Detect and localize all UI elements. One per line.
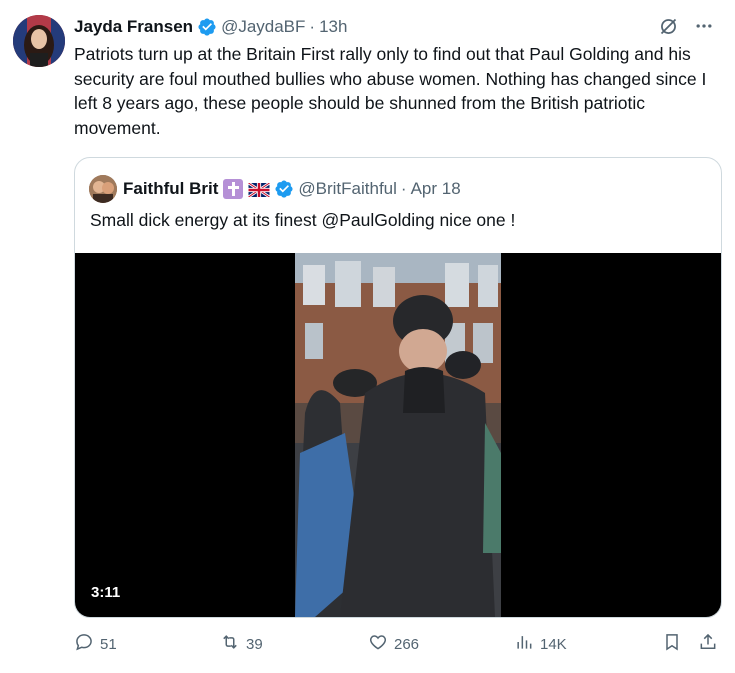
action-bar: 51 39 266 14K — [74, 632, 722, 660]
share-button[interactable] — [698, 632, 724, 656]
quoted-text: Small dick energy at its finest @PaulGol… — [90, 210, 516, 230]
grok-icon[interactable] — [657, 15, 679, 37]
quoted-post[interactable]: Faithful Brit @BritFaithful · Apr 18 Sma… — [74, 157, 722, 618]
quoted-author-handle[interactable]: @BritFaithful — [298, 179, 397, 199]
video-thumbnail — [295, 253, 501, 617]
post-time[interactable]: 13h — [319, 17, 347, 37]
video-player[interactable]: 3:11 — [75, 253, 721, 617]
separator-dot: · — [400, 179, 407, 198]
like-count: 266 — [394, 635, 420, 653]
bookmark-button[interactable] — [662, 632, 688, 656]
reply-button[interactable]: 51 — [74, 632, 117, 656]
like-icon — [368, 632, 394, 656]
quoted-author-name[interactable]: Faithful Brit — [123, 179, 218, 199]
bookmark-icon — [662, 632, 688, 656]
views-icon — [514, 632, 540, 656]
more-icon[interactable] — [693, 15, 715, 37]
quoted-date[interactable]: Apr 18 — [411, 179, 461, 199]
verified-badge-icon — [197, 17, 217, 37]
reply-icon — [74, 632, 100, 656]
verified-badge-icon — [274, 179, 294, 199]
share-icon — [698, 632, 724, 656]
like-button[interactable]: 266 — [368, 632, 419, 656]
views-button[interactable]: 14K — [514, 632, 567, 656]
repost-icon — [220, 632, 246, 656]
reply-count: 51 — [100, 635, 117, 653]
author-handle[interactable]: @JaydaBF — [221, 17, 305, 37]
cross-emoji-icon — [223, 179, 244, 199]
header-actions — [657, 15, 715, 37]
quoted-header: Faithful Brit @BritFaithful · Apr 18 — [89, 175, 461, 203]
quoted-avatar[interactable] — [89, 175, 117, 203]
author-avatar[interactable] — [13, 15, 65, 67]
post-header: Jayda Fransen @JaydaBF · 13h — [74, 15, 715, 39]
repost-button[interactable]: 39 — [220, 632, 263, 656]
uk-flag-icon — [248, 181, 271, 199]
repost-count: 39 — [246, 635, 263, 653]
views-count: 14K — [540, 635, 567, 653]
separator-dot: · — [309, 17, 316, 36]
post-text: Patriots turn up at the Britain First ra… — [74, 44, 707, 138]
author-name[interactable]: Jayda Fransen — [74, 17, 193, 37]
video-duration: 3:11 — [91, 584, 121, 601]
